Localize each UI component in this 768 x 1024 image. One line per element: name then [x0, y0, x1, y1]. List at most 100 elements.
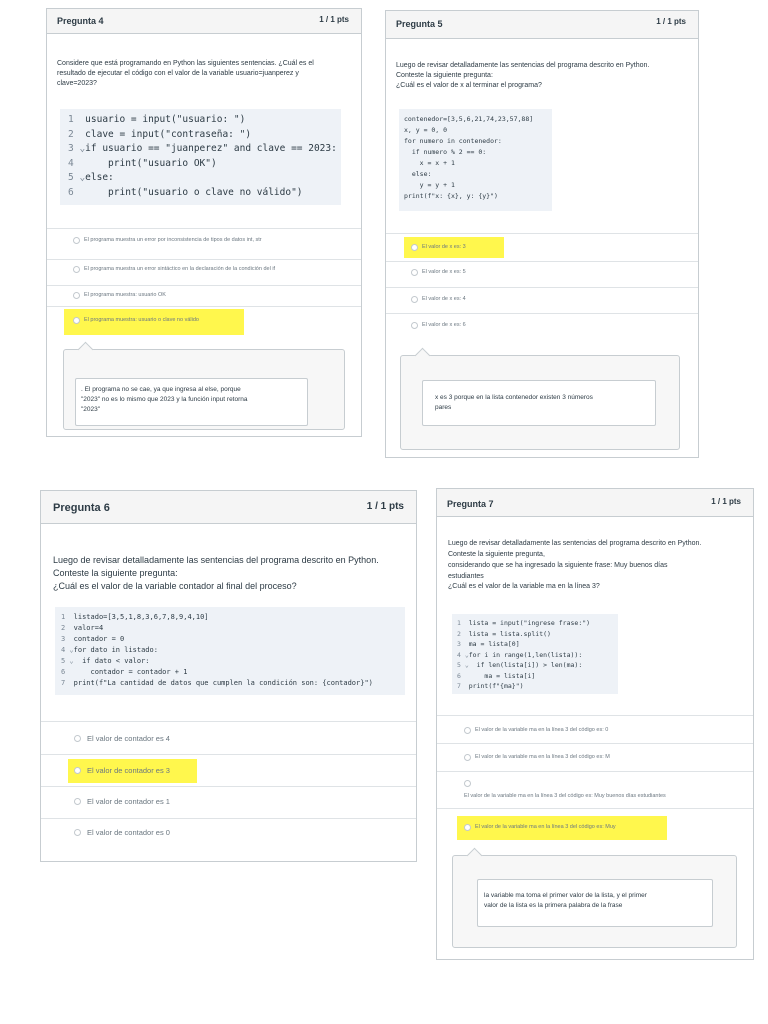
comment-line: la variable ma toma el primer valor de l… — [484, 892, 647, 899]
question-line: Considere que está programando en Python… — [57, 60, 314, 67]
comment-line: "2023" no es lo mismo que 2023 y la func… — [81, 395, 248, 403]
radio-button[interactable] — [411, 296, 418, 303]
code-line: 4 ⌄for dato in listado: — [61, 646, 158, 654]
code-line: 3 contador = 0 — [61, 635, 125, 643]
answer-option[interactable]: El valor de la variable ma en la línea 3… — [437, 715, 753, 743]
radio-button[interactable] — [74, 798, 81, 805]
question-points: 1 / 1 pts — [656, 17, 686, 26]
code-line: y = y + 1 — [404, 181, 455, 189]
radio-button[interactable] — [464, 727, 471, 734]
question-text: Luego de revisar detalladamente las sent… — [53, 554, 379, 593]
radio-button[interactable] — [73, 237, 80, 244]
question-line: ¿Cuál es el valor de la variable ma en l… — [448, 583, 600, 591]
radio-button[interactable] — [411, 322, 418, 329]
radio-button[interactable] — [464, 824, 471, 831]
question-title: Pregunta 6 — [53, 502, 110, 514]
question-title: Pregunta 4 — [57, 16, 104, 26]
question-line: ¿Cuál es el valor de x al terminar el pr… — [396, 82, 542, 90]
code-line: 2 valor=4 — [61, 624, 104, 632]
question-line: Conteste la siguiente pregunta: — [53, 568, 178, 579]
answer-option-selected[interactable]: El valor de contador es 3 — [41, 754, 416, 786]
answer-label: El valor de la variable ma en la línea 3… — [475, 824, 616, 830]
answer-label: El valor de la variable ma en la línea 3… — [475, 754, 610, 760]
answer-label: El programa muestra un error por inconsi… — [84, 237, 262, 243]
radio-button[interactable] — [411, 269, 418, 276]
answer-option-selected[interactable]: El programa muestra: usuario o clave no … — [47, 306, 361, 341]
comment-text-box: la variable ma toma el primer valor de l… — [477, 879, 713, 927]
answer-option-selected[interactable]: El valor de x es: 3 — [386, 233, 698, 261]
radio-button[interactable] — [74, 829, 81, 836]
radio-button[interactable] — [73, 266, 80, 273]
question-line: resultado de ejecutar el código con el v… — [57, 70, 299, 78]
code-line: if numero % 2 == 0: — [404, 148, 487, 156]
question-line: clave=2023? — [57, 80, 97, 88]
feedback-comment: la variable ma toma el primer valor de l… — [452, 847, 737, 948]
answer-option[interactable]: El programa muestra un error sintáctico … — [47, 259, 361, 285]
question-line: Conteste la siguiente pregunta: — [396, 72, 493, 80]
question-text: Considere que está programando en Python… — [57, 59, 314, 89]
code-line: 2 lista = lista.split() — [457, 629, 551, 638]
question-line: Luego de revisar detalladamente las sent… — [53, 555, 379, 565]
answer-option[interactable]: El valor de x es: 4 — [386, 287, 698, 313]
answer-option[interactable]: El programa muestra un error por inconsi… — [47, 228, 361, 259]
question-text: Luego de revisar detalladamente las sent… — [448, 539, 701, 593]
code-line: 3 ma = lista[0] — [457, 640, 520, 648]
code-line: 7 print(f"La cantidad de datos que cumpl… — [61, 679, 373, 687]
answer-option[interactable]: El valor de x es: 5 — [386, 261, 698, 287]
question-points: 1 / 1 pts — [366, 501, 404, 512]
radio-button[interactable] — [411, 244, 418, 251]
answer-option-selected[interactable]: El valor de la variable ma en la línea 3… — [437, 808, 753, 848]
code-block: contenedor=[3,5,6,21,74,23,57,88] x, y = … — [399, 109, 552, 211]
code-line: 6 contador = contador + 1 — [61, 668, 188, 676]
code-line: 7 print(f"{ma}") — [457, 682, 524, 690]
radio-button[interactable] — [73, 317, 80, 324]
code-line: contenedor=[3,5,6,21,74,23,57,88] — [404, 115, 534, 123]
code-block: 1 listado=[3,5,1,8,3,6,7,8,9,4,10] 2 valo… — [55, 607, 405, 695]
radio-button[interactable] — [464, 780, 471, 787]
answer-option[interactable]: El valor de la variable ma en la línea 3… — [437, 743, 753, 771]
answer-option[interactable]: El valor de x es: 6 — [386, 313, 698, 343]
radio-button[interactable] — [74, 735, 81, 742]
question-card-7: Pregunta 7 1 / 1 pts Luego de revisar de… — [436, 488, 754, 960]
answer-option[interactable]: El valor de contador es 1 — [41, 786, 416, 818]
question-header: Pregunta 4 1 / 1 pts — [47, 9, 361, 34]
code-line: x = x + 1 — [404, 159, 455, 167]
code-line: 6 ma = lista[i] — [457, 671, 536, 680]
answer-option[interactable]: El valor de contador es 0 — [41, 818, 416, 862]
radio-button[interactable] — [74, 767, 81, 774]
question-card-5: Pregunta 5 1 / 1 pts Luego de revisar de… — [385, 10, 699, 458]
question-header: Pregunta 6 1 / 1 pts — [41, 491, 416, 524]
code-line: 1 lista = input("ingrese frase:") — [457, 619, 591, 627]
comment-text-box: x es 3 porque en la lista contenedor exi… — [422, 380, 656, 426]
question-header: Pregunta 7 1 / 1 pts — [437, 489, 753, 517]
question-line: considerando que se ha ingresado la sigu… — [448, 561, 668, 569]
answer-label: El valor de la variable ma en la línea 3… — [464, 793, 666, 799]
answer-label: El valor de x es: 5 — [422, 269, 466, 275]
comment-line: valor de la lista es la primera palabra … — [484, 901, 623, 909]
answer-label: El programa muestra: usuario o clave no … — [84, 317, 199, 323]
answer-label: El valor de contador es 0 — [87, 828, 170, 837]
feedback-comment: . El programa no se cae, ya que ingresa … — [63, 341, 345, 430]
answer-label: El valor de x es: 4 — [422, 296, 466, 302]
code-line: 1 usuario = input("usuario: ") — [68, 114, 246, 125]
code-line: else: — [404, 170, 432, 178]
code-block: 1 lista = input("ingrese frase:") 2 lista… — [452, 614, 618, 694]
code-line: print(f"x: {x}, y: {y}") — [404, 192, 498, 200]
answer-label: El valor de contador es 3 — [87, 766, 170, 775]
comment-caret — [466, 847, 483, 864]
comment-line: "2023" — [81, 405, 101, 413]
answer-label: El programa muestra un error sintáctico … — [84, 266, 276, 272]
code-line: 5 ⌄else: — [68, 172, 114, 183]
comment-text-box: . El programa no se cae, ya que ingresa … — [75, 378, 308, 426]
comment-line: x es 3 porque en la lista contenedor exi… — [435, 394, 593, 401]
answer-label: El valor de x es: 3 — [422, 244, 466, 250]
answer-label: El valor de la variable ma en la línea 3… — [475, 727, 609, 733]
comment-line: . El programa no se cae, ya que ingresa … — [81, 386, 241, 393]
answer-option[interactable]: El valor de la variable ma en la línea 3… — [437, 771, 753, 808]
question-title: Pregunta 7 — [447, 499, 494, 509]
question-line: Luego de revisar detalladamente las sent… — [396, 62, 650, 69]
radio-button[interactable] — [73, 292, 80, 299]
answer-option[interactable]: El valor de contador es 4 — [41, 721, 416, 754]
radio-button[interactable] — [464, 754, 471, 761]
answer-label: El valor de x es: 6 — [422, 322, 466, 328]
